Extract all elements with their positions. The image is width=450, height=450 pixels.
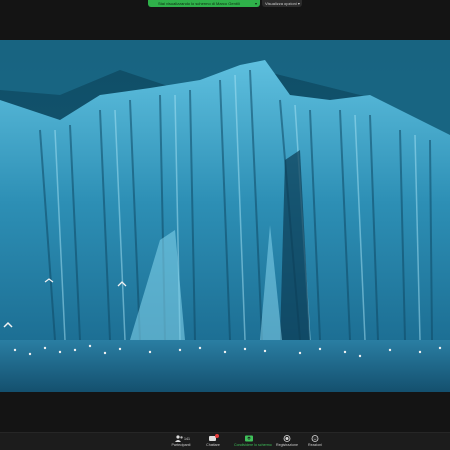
chat-label: Chattare bbox=[206, 443, 220, 447]
chevron-down-icon: ▾ bbox=[297, 1, 300, 6]
view-options-label: Visualizza opzioni bbox=[265, 1, 297, 6]
sharing-indicator[interactable]: Stai visualizzando lo schermo di Marco G… bbox=[148, 0, 260, 7]
chat-badge bbox=[215, 434, 219, 438]
reactions-icon bbox=[311, 435, 319, 442]
shared-screen-content bbox=[0, 40, 450, 392]
participants-count: 141 bbox=[184, 437, 190, 441]
reactions-button[interactable]: Reazioni bbox=[300, 434, 330, 450]
participants-icon: 141 bbox=[175, 435, 190, 442]
record-icon bbox=[283, 435, 291, 442]
meeting-toolbar: 141 Partecipanti Chattare Condividere lo… bbox=[0, 432, 450, 450]
participants-label: Partecipanti bbox=[171, 443, 191, 447]
record-button[interactable]: Registrazione bbox=[272, 434, 302, 450]
share-screen-icon bbox=[245, 435, 253, 442]
screen-share-banner: Stai visualizzando lo schermo di Marco G… bbox=[0, 0, 450, 8]
chat-icon bbox=[209, 434, 219, 441]
share-screen-label: Condividere lo schermo bbox=[234, 443, 272, 447]
record-label: Registrazione bbox=[276, 443, 298, 447]
glacier-image bbox=[0, 40, 450, 392]
share-screen-button[interactable]: Condividere lo schermo bbox=[234, 434, 272, 450]
chat-button[interactable]: Chattare bbox=[198, 434, 228, 450]
chevron-down-icon[interactable]: ▾ bbox=[255, 0, 257, 7]
view-options-button[interactable]: Visualizza opzioni ▾ bbox=[262, 0, 302, 7]
sharing-text: Stai visualizzando lo schermo di Marco G… bbox=[158, 1, 240, 6]
participants-button[interactable]: 141 Partecipanti bbox=[166, 434, 196, 450]
reactions-label: Reazioni bbox=[308, 443, 322, 447]
